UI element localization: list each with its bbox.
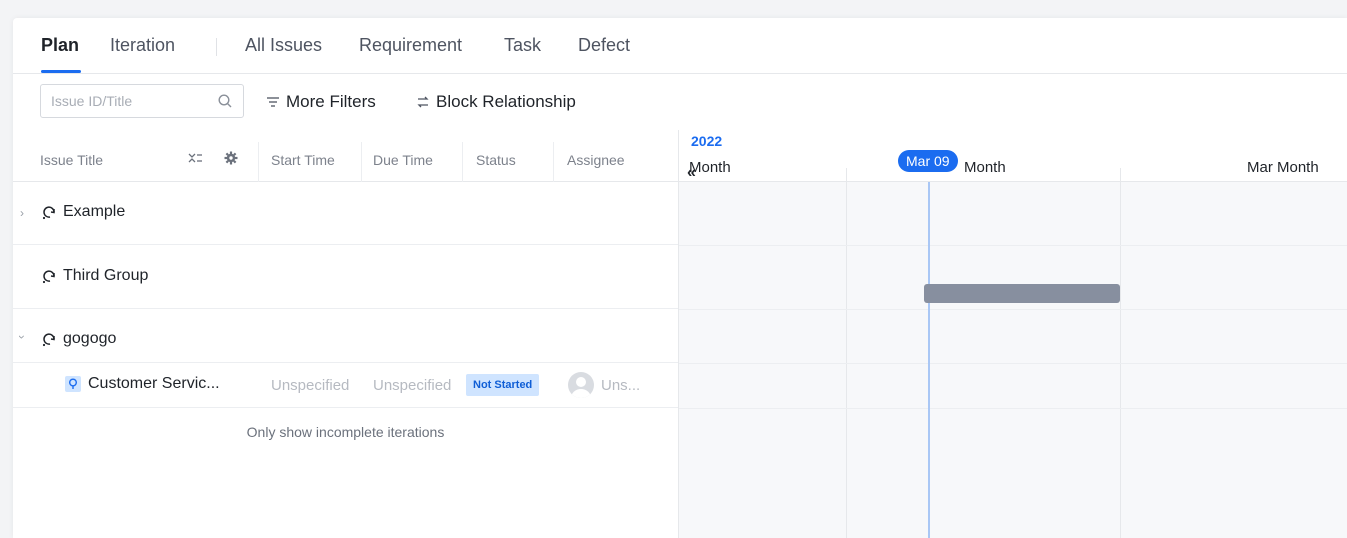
gantt-row-divider bbox=[679, 363, 1347, 364]
column-divider bbox=[361, 142, 362, 182]
iteration-icon bbox=[42, 206, 55, 220]
block-relationship-button[interactable]: Block Relationship bbox=[416, 92, 576, 112]
list-item: Example bbox=[41, 203, 125, 221]
tab-divider bbox=[216, 38, 217, 56]
column-divider bbox=[462, 142, 463, 182]
column-due-time[interactable]: Due Time bbox=[373, 152, 433, 168]
due-time-value[interactable]: Unspecified bbox=[373, 377, 451, 394]
chevron-right-icon[interactable]: › bbox=[20, 206, 24, 220]
gantt-row-divider bbox=[679, 309, 1347, 310]
table-row[interactable]: Third Group bbox=[13, 245, 678, 309]
gantt-bar[interactable] bbox=[924, 284, 1120, 303]
collapse-icon[interactable]: « bbox=[687, 164, 696, 182]
chevron-down-icon[interactable]: › bbox=[15, 335, 29, 339]
today-marker-line bbox=[928, 182, 930, 538]
gantt-year: 2022 bbox=[691, 133, 723, 149]
row-label: gogogo bbox=[63, 330, 117, 347]
block-relationship-label: Block Relationship bbox=[436, 92, 576, 111]
gantt-header: 2022 Month Month Mar Month bbox=[679, 130, 1347, 182]
relationship-icon bbox=[417, 96, 429, 108]
list-item: Customer Servic... bbox=[65, 375, 220, 393]
column-status[interactable]: Status bbox=[476, 152, 516, 168]
column-issue-title[interactable]: Issue Title bbox=[40, 152, 103, 168]
incomplete-iterations-note: Only show incomplete iterations bbox=[246, 424, 445, 440]
table-row[interactable]: › Example bbox=[13, 182, 678, 245]
row-label: Third Group bbox=[63, 267, 149, 284]
list-item: gogogo bbox=[41, 330, 116, 348]
table-row[interactable]: Customer Servic... Unspecified Unspecifi… bbox=[13, 363, 678, 408]
filter-icon bbox=[267, 97, 279, 107]
month-divider bbox=[846, 168, 847, 538]
iteration-icon bbox=[42, 270, 55, 284]
active-tab-indicator bbox=[41, 70, 81, 73]
gantt-row-divider bbox=[679, 245, 1347, 246]
column-start-time[interactable]: Start Time bbox=[271, 152, 335, 168]
tab-defect[interactable]: Defect bbox=[578, 35, 630, 56]
tab-bar: Plan Iteration All Issues Requirement Ta… bbox=[13, 18, 1347, 74]
list-item: Third Group bbox=[41, 267, 148, 285]
column-divider bbox=[553, 142, 554, 182]
column-assignee[interactable]: Assignee bbox=[567, 152, 625, 168]
more-filters-button[interactable]: More Filters bbox=[266, 92, 376, 112]
search-input[interactable] bbox=[41, 85, 211, 117]
column-divider bbox=[258, 142, 259, 182]
tab-task[interactable]: Task bbox=[504, 35, 541, 56]
more-filters-label: More Filters bbox=[286, 92, 376, 111]
table-row[interactable]: › gogogo bbox=[13, 309, 678, 363]
avatar bbox=[568, 372, 594, 398]
iteration-icon bbox=[42, 333, 55, 347]
sort-icon[interactable] bbox=[187, 150, 203, 166]
requirement-icon bbox=[65, 376, 81, 392]
start-time-value[interactable]: Unspecified bbox=[271, 377, 349, 394]
plan-panel: Plan Iteration All Issues Requirement Ta… bbox=[13, 18, 1347, 538]
child-row-label[interactable]: Customer Servic... bbox=[88, 375, 220, 393]
tab-requirement[interactable]: Requirement bbox=[359, 35, 462, 56]
row-label: Example bbox=[63, 203, 126, 220]
today-marker: Mar 09 bbox=[898, 150, 958, 172]
search-icon[interactable] bbox=[217, 93, 233, 109]
tab-iteration[interactable]: Iteration bbox=[110, 35, 175, 56]
status-badge[interactable]: Not Started bbox=[466, 374, 540, 396]
search-box bbox=[40, 84, 244, 118]
gear-icon[interactable] bbox=[223, 150, 239, 166]
assignee-value[interactable]: Uns... bbox=[601, 377, 640, 394]
gantt-month-label: Mar Month bbox=[1247, 159, 1319, 176]
month-divider bbox=[1120, 168, 1121, 538]
gantt-chart: 2022 Month Month Mar Month Mar 09 « bbox=[678, 130, 1347, 538]
tab-plan[interactable]: Plan bbox=[41, 35, 79, 56]
gantt-month-label: Month bbox=[964, 159, 1006, 176]
tab-all-issues[interactable]: All Issues bbox=[245, 35, 322, 56]
toolbar: More Filters Block Relationship bbox=[13, 74, 1347, 130]
gantt-row-divider bbox=[679, 408, 1347, 409]
table-header: Issue Title Start Time Due Time Status A… bbox=[13, 130, 678, 182]
